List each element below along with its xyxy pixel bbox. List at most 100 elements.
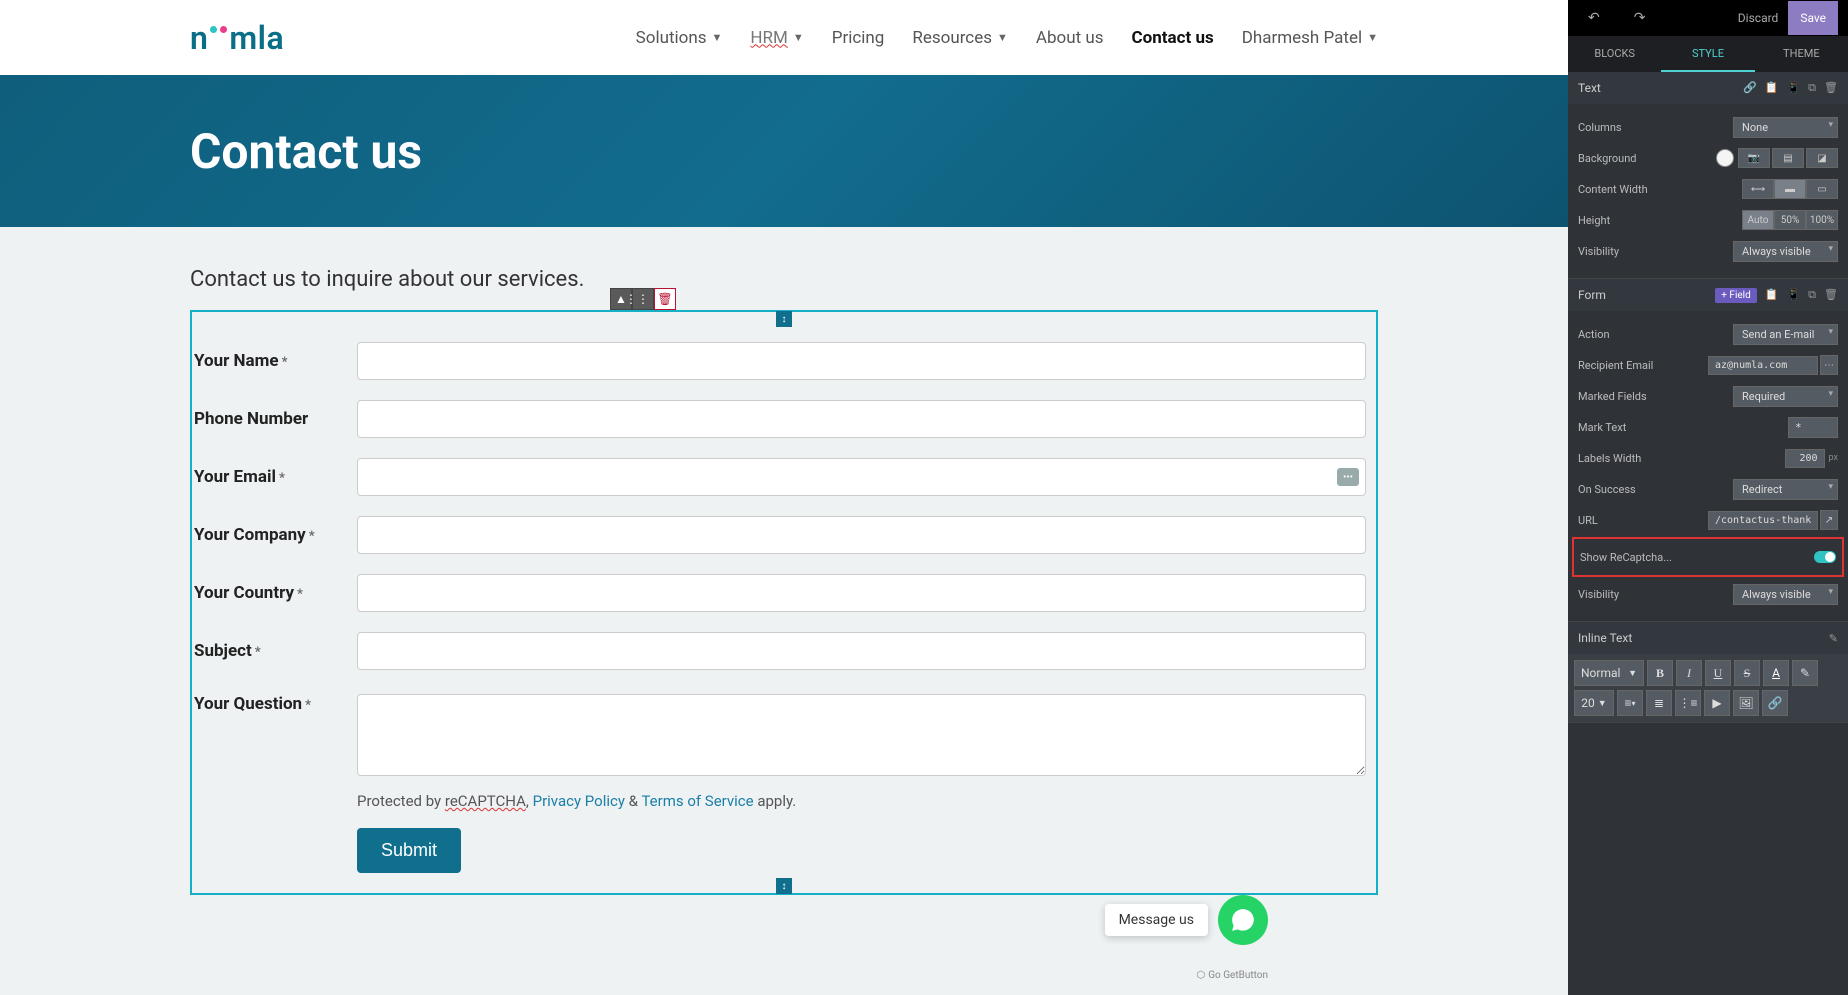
resize-handle-top[interactable]: ↕	[776, 311, 792, 327]
save-button[interactable]: Save	[1788, 1, 1838, 35]
on-success-select[interactable]: Redirect	[1733, 479, 1838, 500]
recipient-input[interactable]	[1708, 356, 1818, 375]
clear-format-button[interactable]: ✎	[1792, 660, 1818, 686]
whatsapp-button[interactable]	[1218, 895, 1268, 945]
getbutton-credit[interactable]: ⬡Go GetButton	[1196, 970, 1268, 981]
tab-blocks[interactable]: BLOCKS	[1568, 36, 1661, 72]
company-label: Your Company*	[192, 525, 357, 545]
visibility-select[interactable]: Always visible	[1733, 241, 1838, 262]
hero-banner: Contact us	[0, 75, 1568, 227]
recaptcha-toggle[interactable]	[1814, 551, 1836, 563]
submit-button[interactable]: Submit	[357, 828, 461, 873]
mark-text-input[interactable]	[1788, 417, 1838, 438]
bullet-list-button[interactable]: ≣	[1646, 690, 1672, 716]
image-button[interactable]: 🖼	[1733, 690, 1759, 716]
more-icon[interactable]: ⋯	[1820, 355, 1838, 375]
height-50[interactable]: 50%	[1774, 210, 1806, 230]
undo-button[interactable]: ↶	[1578, 4, 1610, 32]
number-list-button[interactable]: ⋮≡	[1675, 690, 1701, 716]
marked-select[interactable]: Required	[1733, 386, 1838, 407]
animation-button[interactable]: ▶	[1704, 690, 1730, 716]
name-input[interactable]	[357, 342, 1366, 380]
intro-text: Contact us to inquire about our services…	[190, 267, 1378, 292]
nav-label: About us	[1036, 28, 1104, 48]
url-label: URL	[1578, 514, 1598, 527]
main-nav: Solutions▼ HRM▼ Pricing Resources▼ About…	[636, 28, 1378, 48]
delete-button[interactable]: 🗑	[654, 288, 676, 310]
country-input[interactable]	[357, 574, 1366, 612]
recaptcha-highlight: Show ReCaptcha...	[1572, 537, 1844, 577]
add-field-button[interactable]: + Field	[1715, 288, 1757, 303]
phone-input[interactable]	[357, 400, 1366, 438]
nav-about[interactable]: About us	[1036, 28, 1104, 48]
font-color-button[interactable]: A	[1763, 660, 1789, 686]
subject-input[interactable]	[357, 632, 1366, 670]
nav-hrm[interactable]: HRM▼	[750, 28, 803, 48]
external-link-icon[interactable]: ↗	[1820, 510, 1838, 530]
whatsapp-icon	[1230, 907, 1256, 933]
mobile-icon[interactable]: 📱	[1786, 81, 1800, 95]
form-visibility-select[interactable]: Always visible	[1733, 584, 1838, 605]
video-icon[interactable]: ▤	[1772, 148, 1804, 168]
nav-pricing[interactable]: Pricing	[832, 28, 885, 48]
visibility-label: Visibility	[1578, 245, 1619, 258]
email-input[interactable]: •••	[357, 458, 1366, 496]
email-suggest-icon[interactable]: •••	[1337, 468, 1359, 486]
grid-button[interactable]: ⋮⋮⋮	[632, 288, 654, 310]
heading-select[interactable]: Normal▼	[1574, 660, 1644, 686]
rich-text-toolbar: Normal▼ B I U S A ✎ 20▼ ≡▾ ≣ ⋮≡ ▶ 🖼 🔗	[1568, 654, 1848, 722]
logo[interactable]: nmla	[190, 19, 284, 57]
nav-user[interactable]: Dharmesh Patel▼	[1242, 28, 1378, 48]
clipboard-icon[interactable]: 📋	[1765, 81, 1779, 95]
trash-icon[interactable]: 🗑	[1824, 288, 1838, 303]
height-100[interactable]: 100%	[1806, 210, 1838, 230]
chat-message[interactable]: Message us	[1105, 904, 1208, 936]
bold-button[interactable]: B	[1647, 660, 1673, 686]
labels-width-input[interactable]	[1785, 449, 1825, 468]
nav-label: Pricing	[832, 28, 885, 48]
columns-select[interactable]: None	[1733, 117, 1838, 138]
width-med[interactable]: ▬	[1774, 179, 1806, 199]
height-auto[interactable]: Auto	[1742, 210, 1774, 230]
nav-solutions[interactable]: Solutions▼	[636, 28, 723, 48]
image-icon[interactable]: 📷	[1738, 148, 1770, 168]
trash-icon[interactable]: 🗑	[1824, 81, 1838, 95]
copy-icon[interactable]: ⧉	[1808, 288, 1816, 303]
nav-resources[interactable]: Resources▼	[912, 28, 1008, 48]
panel-tabs: BLOCKS STYLE THEME	[1568, 36, 1848, 72]
width-small[interactable]: ⟷	[1742, 179, 1774, 199]
brush-icon[interactable]: ✎	[1829, 632, 1838, 645]
color-swatch[interactable]	[1716, 149, 1734, 167]
strike-button[interactable]: S	[1734, 660, 1760, 686]
form-selected[interactable]: ↕ Your Name* Phone Number Your Email* ••…	[190, 310, 1378, 895]
clipboard-icon[interactable]: 📋	[1765, 288, 1779, 303]
nav-label: Solutions	[636, 28, 707, 48]
width-full[interactable]: ▭	[1806, 179, 1838, 199]
italic-button[interactable]: I	[1676, 660, 1702, 686]
caret-icon: ▼	[1367, 31, 1378, 44]
shape-icon[interactable]: ◪	[1806, 148, 1838, 168]
font-size-select[interactable]: 20▼	[1574, 690, 1614, 716]
url-input[interactable]	[1708, 511, 1818, 530]
mobile-icon[interactable]: 📱	[1786, 288, 1800, 303]
redo-button[interactable]: ↷	[1624, 4, 1656, 32]
tab-style[interactable]: STYLE	[1661, 36, 1754, 72]
privacy-link[interactable]: Privacy Policy	[533, 792, 625, 810]
nav-contact[interactable]: Contact us	[1132, 28, 1214, 48]
tos-link[interactable]: Terms of Service	[641, 792, 753, 810]
content-width-label: Content Width	[1578, 183, 1648, 196]
align-button[interactable]: ≡▾	[1617, 690, 1643, 716]
copy-icon[interactable]: ⧉	[1808, 81, 1816, 95]
discard-button[interactable]: Discard	[1728, 5, 1789, 31]
company-input[interactable]	[357, 516, 1366, 554]
section-inline-text: Inline Text ✎ Normal▼ B I U S A ✎ 20▼ ≡▾…	[1568, 622, 1848, 723]
link-icon[interactable]: 🔗	[1743, 81, 1757, 95]
link-button[interactable]: 🔗	[1762, 690, 1788, 716]
underline-button[interactable]: U	[1705, 660, 1731, 686]
tab-theme[interactable]: THEME	[1755, 36, 1848, 72]
logo-dots-icon	[210, 26, 227, 33]
recaptcha-notice: Protected by reCAPTCHA, Privacy Policy &…	[192, 792, 1366, 810]
action-select[interactable]: Send an E-mail	[1733, 324, 1838, 345]
resize-handle-bottom[interactable]: ↕	[776, 878, 792, 894]
question-textarea[interactable]	[357, 694, 1366, 776]
